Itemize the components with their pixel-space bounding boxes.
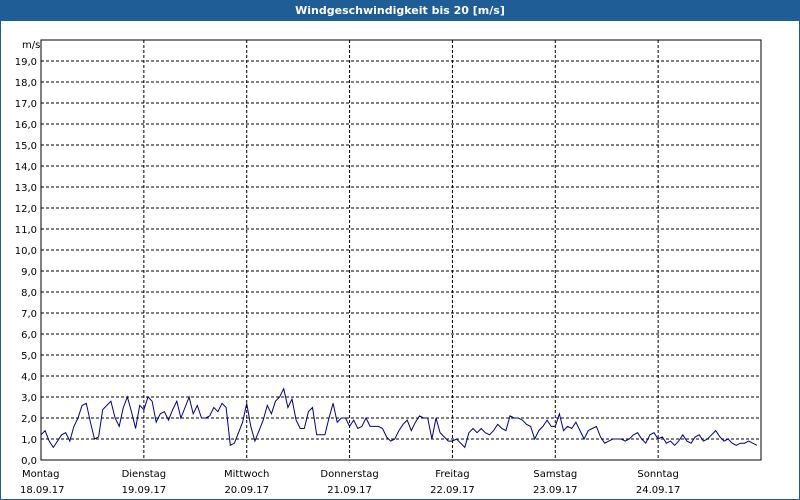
- grid-lines: [41, 40, 761, 460]
- y-tick-label: 19,0: [15, 57, 37, 68]
- y-tick-label: 11,0: [15, 225, 37, 236]
- y-tick-label: 1,0: [21, 435, 37, 446]
- y-tick-label: 5,0: [21, 351, 37, 362]
- x-tick-day: Freitag: [435, 469, 469, 480]
- y-tick-label: 3,0: [21, 393, 37, 404]
- y-axis-label: m/s: [22, 40, 40, 51]
- y-tick-label: 12,0: [15, 204, 37, 215]
- y-tick-label: 0,0: [21, 456, 37, 467]
- x-tick-day: Donnerstag: [320, 469, 378, 480]
- y-tick-label: 4,0: [21, 372, 37, 383]
- y-axis-ticks: 0,0 1,0 2,0 3,0 4,0 5,0 6,0 7,0 8,0 9,0 10,0 11,0 12…: [15, 57, 37, 467]
- y-tick-label: 15,0: [15, 141, 37, 152]
- y-tick-label: 6,0: [21, 330, 37, 341]
- x-tick-date: 21.09.17: [327, 485, 372, 496]
- y-tick-label: 10,0: [15, 246, 37, 257]
- wind-speed-chart: 0,0 1,0 2,0 3,0 4,0 5,0 6,0 7,0 8,0 9,0 10,0 11,0 12…: [15, 39, 762, 496]
- x-axis-ticks: Montag 18.09.17 Dienstag 19.09.17 Mittwoch 20…: [20, 469, 680, 496]
- y-tick-label: 13,0: [15, 183, 37, 194]
- x-tick-date: 18.09.17: [20, 485, 65, 496]
- y-tick-label: 7,0: [21, 309, 37, 320]
- x-tick-date: 22.09.17: [430, 485, 475, 496]
- x-tick-date: 19.09.17: [122, 485, 167, 496]
- x-tick-day: Sonntag: [637, 469, 679, 480]
- y-tick-label: 18,0: [15, 78, 37, 89]
- x-tick-date: 20.09.17: [224, 485, 269, 496]
- y-tick-label: 2,0: [21, 414, 37, 425]
- x-tick-date: 24.09.17: [636, 485, 681, 496]
- x-tick-day: Montag: [22, 469, 59, 480]
- y-tick-label: 9,0: [21, 267, 37, 278]
- x-tick-day: Dienstag: [122, 469, 167, 480]
- x-tick-day: Samstag: [533, 469, 577, 480]
- y-tick-label: 14,0: [15, 162, 37, 173]
- x-tick-day: Mittwoch: [224, 469, 269, 480]
- y-tick-label: 16,0: [15, 120, 37, 131]
- y-tick-label: 8,0: [21, 288, 37, 299]
- x-tick-date: 23.09.17: [533, 485, 578, 496]
- y-tick-label: 17,0: [15, 99, 37, 110]
